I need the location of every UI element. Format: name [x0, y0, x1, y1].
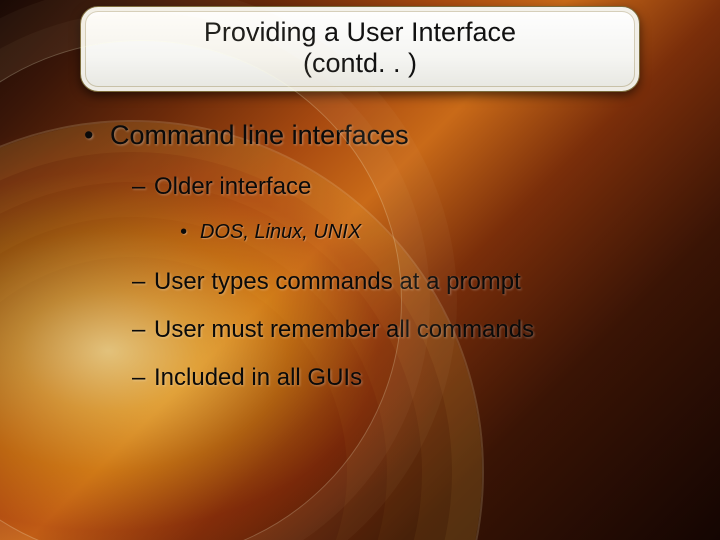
title-line-2: (contd. . ): [101, 48, 619, 79]
title-line-1: Providing a User Interface: [101, 17, 619, 48]
bullet-level1: Command line interfaces: [88, 120, 680, 151]
bullet-level2: Older interface: [132, 173, 680, 201]
bullet-level3: DOS, Linux, UNIX: [180, 221, 680, 244]
title-container: Providing a User Interface (contd. . ): [80, 6, 640, 92]
bullet-level2: User must remember all commands: [132, 316, 680, 344]
slide: Providing a User Interface (contd. . ) C…: [0, 0, 720, 540]
content-area: Command line interfaces Older interface …: [88, 120, 680, 412]
bullet-level2: Included in all GUIs: [132, 364, 680, 392]
bullet-level2: User types commands at a prompt: [132, 268, 680, 296]
title-box: Providing a User Interface (contd. . ): [80, 6, 640, 92]
